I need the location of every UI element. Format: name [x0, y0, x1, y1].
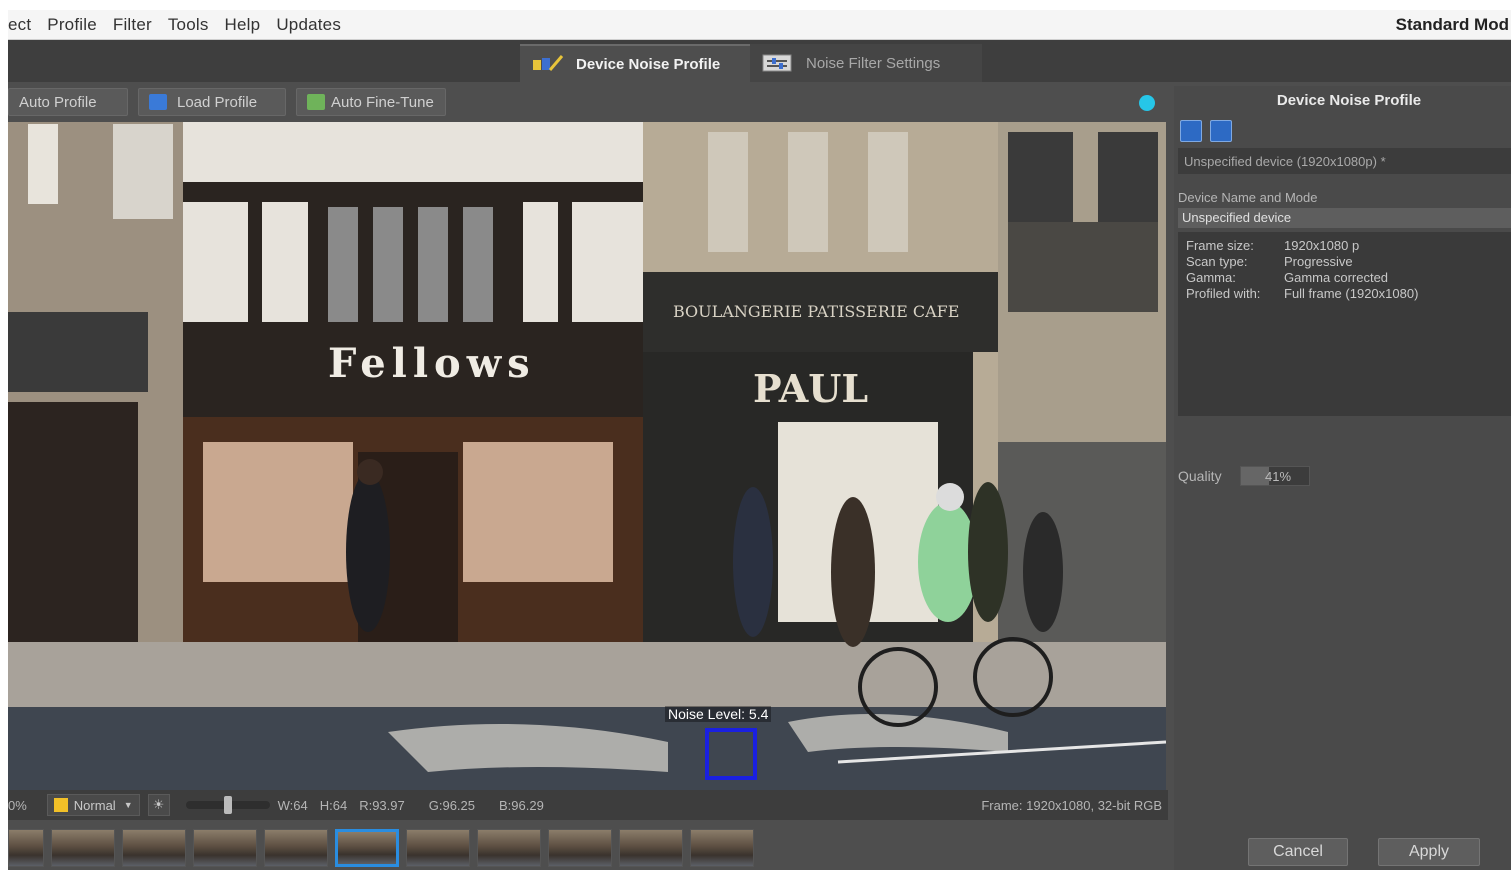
- filter-settings-icon: [762, 53, 794, 73]
- frame-thumbnail[interactable]: [690, 829, 754, 867]
- folder-icon: [149, 94, 167, 110]
- frame-thumbnail[interactable]: [193, 829, 257, 867]
- info-row: Profiled with: Full frame (1920x1080): [1186, 286, 1503, 302]
- profile-panel: Device Noise Profile Unspecified device …: [1174, 86, 1511, 870]
- device-name-field[interactable]: Unspecified device: [1178, 208, 1511, 228]
- brightness-icon[interactable]: ☀: [147, 794, 170, 816]
- frame-thumbnail[interactable]: [619, 829, 683, 867]
- tab-device-noise-profile[interactable]: Device Noise Profile: [520, 44, 750, 82]
- info-key: Gamma:: [1186, 270, 1236, 285]
- panel-title: Device Noise Profile: [1276, 92, 1422, 109]
- info-value: Full frame (1920x1080): [1284, 286, 1419, 301]
- menu-updates[interactable]: Updates: [268, 15, 349, 35]
- frame-thumbnail[interactable]: [8, 829, 44, 867]
- frame-thumbnail-selected[interactable]: [335, 829, 399, 867]
- device-name-label: Device Name and Mode: [1178, 190, 1318, 205]
- quality-label: Quality: [1178, 468, 1222, 484]
- tab-label: Device Noise Profile: [576, 55, 721, 73]
- tab-label: Noise Filter Settings: [806, 54, 941, 72]
- noise-sample-box[interactable]: [705, 728, 757, 780]
- quality-value: 41%: [1265, 469, 1292, 484]
- noise-level-label: Noise Level: 5.4: [665, 706, 772, 722]
- svg-text:BOULANGERIE PATISSERIE CAFE: BOULANGERIE PATISSERIE CAFE: [673, 302, 959, 321]
- info-key: Profiled with:: [1186, 286, 1261, 301]
- panel-icons: [1180, 120, 1240, 142]
- red-readout: R:93.97: [359, 797, 405, 813]
- auto-fine-tune-button[interactable]: Auto Fine-Tune: [296, 88, 446, 116]
- tab-strip: Device Noise Profile Noise Filter Settin…: [8, 40, 1511, 82]
- frame-thumbnail[interactable]: [406, 829, 470, 867]
- frame-thumbnail[interactable]: [122, 829, 186, 867]
- mode-label[interactable]: Standard Mod: [1396, 15, 1509, 35]
- cancel-button[interactable]: Cancel: [1248, 838, 1348, 866]
- info-key: Scan type:: [1186, 254, 1248, 269]
- chevron-down-icon: ▼: [123, 800, 133, 810]
- svg-text:PAUL: PAUL: [753, 366, 868, 411]
- menu-bar: ect Profile Filter Tools Help Updates St…: [8, 10, 1511, 40]
- quality-bar: 41%: [1240, 466, 1310, 486]
- status-bar: 0% Normal ▼ ☀ W:64 H:64 R:93.97 G:96.25 …: [8, 790, 1168, 820]
- height-readout: H:64: [319, 797, 348, 813]
- frame-thumbnail[interactable]: [477, 829, 541, 867]
- frame-thumbnail[interactable]: [51, 829, 115, 867]
- info-value: Gamma corrected: [1284, 270, 1389, 285]
- profile-icon: [532, 54, 564, 74]
- app-window: Device Noise Profile Noise Filter Settin…: [8, 40, 1511, 870]
- frame-info: Frame: 1920x1080, 32-bit RGB: [981, 798, 1162, 813]
- menu-help[interactable]: Help: [217, 15, 269, 35]
- mode-swatch-icon: [53, 798, 68, 812]
- street-photo: Fellows BOULANGERIE PATISSERIE CAFE PAUL: [8, 122, 1166, 790]
- device-select[interactable]: Unspecified device (1920x1080p) *: [1178, 148, 1511, 174]
- width-readout: W:64: [277, 797, 308, 813]
- blue-readout: B:96.29: [499, 797, 544, 813]
- toolbar: Auto Profile Load Profile Auto Fine-Tune: [8, 86, 1168, 118]
- auto-profile-label: Auto Profile: [19, 93, 97, 111]
- open-profile-icon[interactable]: [1180, 120, 1202, 142]
- menu-tools[interactable]: Tools: [160, 15, 217, 35]
- fine-tune-icon: [307, 94, 325, 110]
- load-profile-button[interactable]: Load Profile: [138, 88, 286, 116]
- info-value: Progressive: [1284, 254, 1353, 269]
- save-profile-icon[interactable]: [1210, 120, 1232, 142]
- frame-thumbnail[interactable]: [548, 829, 612, 867]
- auto-fine-tune-label: Auto Fine-Tune: [331, 93, 434, 111]
- frame-thumbnail[interactable]: [264, 829, 328, 867]
- info-key: Frame size:: [1186, 238, 1254, 253]
- info-row: Frame size: 1920x1080 p: [1186, 238, 1503, 254]
- load-profile-label: Load Profile: [177, 93, 258, 111]
- info-row: Gamma: Gamma corrected: [1186, 270, 1503, 286]
- info-row: Scan type: Progressive: [1186, 254, 1503, 270]
- tab-noise-filter-settings[interactable]: Noise Filter Settings: [750, 44, 982, 82]
- status-indicator: [1139, 95, 1155, 111]
- filmstrip: [8, 826, 1168, 870]
- zoom-level[interactable]: 0%: [8, 798, 27, 813]
- menu-filter[interactable]: Filter: [105, 15, 160, 35]
- svg-text:Fellows: Fellows: [328, 340, 536, 387]
- auto-profile-button[interactable]: Auto Profile: [8, 88, 128, 116]
- image-viewer[interactable]: Fellows BOULANGERIE PATISSERIE CAFE PAUL: [8, 122, 1166, 790]
- apply-button[interactable]: Apply: [1378, 838, 1480, 866]
- menu-profile[interactable]: Profile: [39, 15, 105, 35]
- brightness-slider[interactable]: [185, 796, 270, 814]
- menu-project[interactable]: ect: [8, 15, 39, 35]
- view-mode-value: Normal: [73, 797, 116, 813]
- view-mode-dropdown[interactable]: Normal ▼: [46, 794, 140, 816]
- info-value: 1920x1080 p: [1284, 238, 1360, 253]
- green-readout: G:96.25: [428, 797, 476, 813]
- profile-info: Frame size: 1920x1080 p Scan type: Progr…: [1178, 232, 1511, 416]
- slider-knob[interactable]: [223, 796, 232, 814]
